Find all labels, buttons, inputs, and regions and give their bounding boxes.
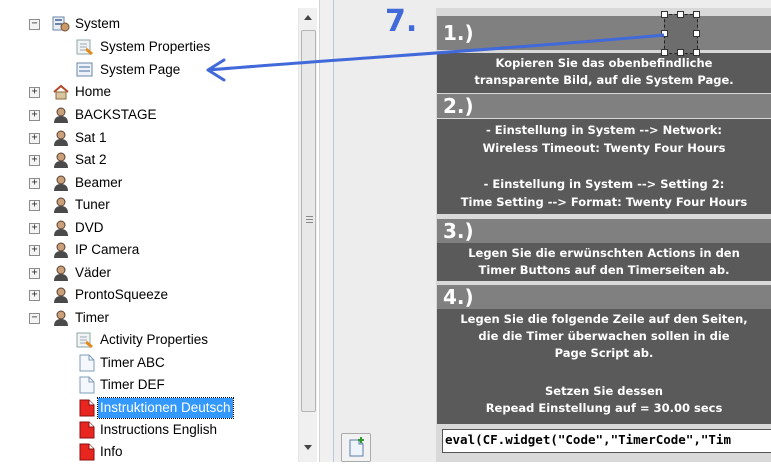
add-page-icon <box>349 437 364 457</box>
add-page-button[interactable] <box>341 433 371 462</box>
pointer-arrow <box>206 33 665 82</box>
